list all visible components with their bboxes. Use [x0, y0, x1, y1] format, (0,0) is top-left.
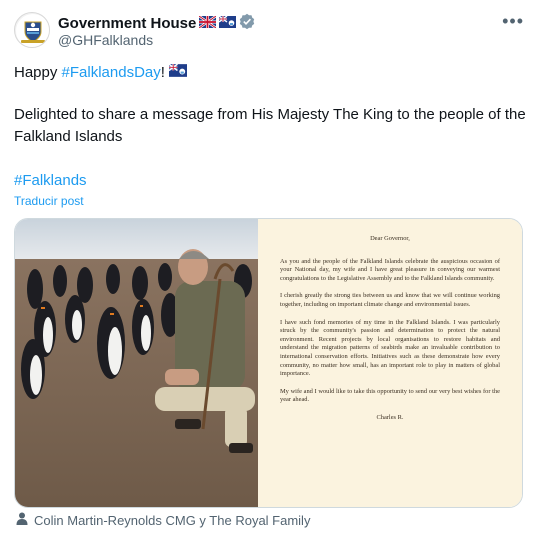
crest-icon — [16, 14, 49, 47]
tweet-line-2: Delighted to share a message from His Ma… — [14, 106, 526, 145]
more-options-icon[interactable]: ••• — [502, 12, 524, 30]
letter-signature: Charles R. — [376, 413, 404, 421]
letter-paragraph-2: I cherish greatly the strong ties betwee… — [280, 292, 500, 308]
hashtag-falklandsday[interactable]: #FalklandsDay — [62, 64, 161, 81]
tweet-line-1: Happy #FalklandsDay! — [14, 62, 188, 84]
falklands-flag-icon — [218, 14, 237, 33]
translate-post-link[interactable]: Traducir post — [14, 194, 84, 208]
verified-badge-icon[interactable] — [239, 13, 255, 34]
media-credit-text: Colin Martin-Reynolds CMG y The Royal Fa… — [34, 512, 311, 528]
letter-paragraph-4: My wife and I would like to take this op… — [280, 387, 500, 404]
letter-greeting: Dear Governor, — [370, 235, 410, 242]
tweet-line-3: #Falklands — [14, 170, 87, 192]
hashtag-falklands[interactable]: #Falklands — [14, 172, 87, 189]
media-credit[interactable]: Colin Martin-Reynolds CMG y The Royal Fa… — [16, 512, 310, 528]
letter-paragraph-3: I have such fond memories of my time in … — [280, 318, 500, 378]
tweet-header: Government House @GHFalklands ••• — [14, 12, 524, 52]
photo-illustration — [15, 219, 258, 507]
media-attachment[interactable]: Dear Governor, As you and the people of … — [14, 218, 523, 508]
royal-letter: Dear Governor, As you and the people of … — [258, 219, 522, 507]
king-with-penguins-photo[interactable] — [15, 219, 258, 507]
falklands-flag-emoji-icon — [168, 62, 188, 84]
profile-avatar[interactable] — [14, 12, 50, 48]
display-name-row: Government House — [58, 13, 255, 34]
tweet-text-suffix: ! — [160, 64, 165, 81]
uk-flag-icon — [198, 14, 218, 33]
person-icon — [16, 512, 28, 528]
user-handle[interactable]: @GHFalklands — [58, 32, 153, 48]
display-name[interactable]: Government House — [58, 15, 196, 32]
tweet-text-prefix: Happy — [14, 64, 62, 81]
letter-paragraph-1: As you and the people of the Falkland Is… — [280, 257, 500, 282]
